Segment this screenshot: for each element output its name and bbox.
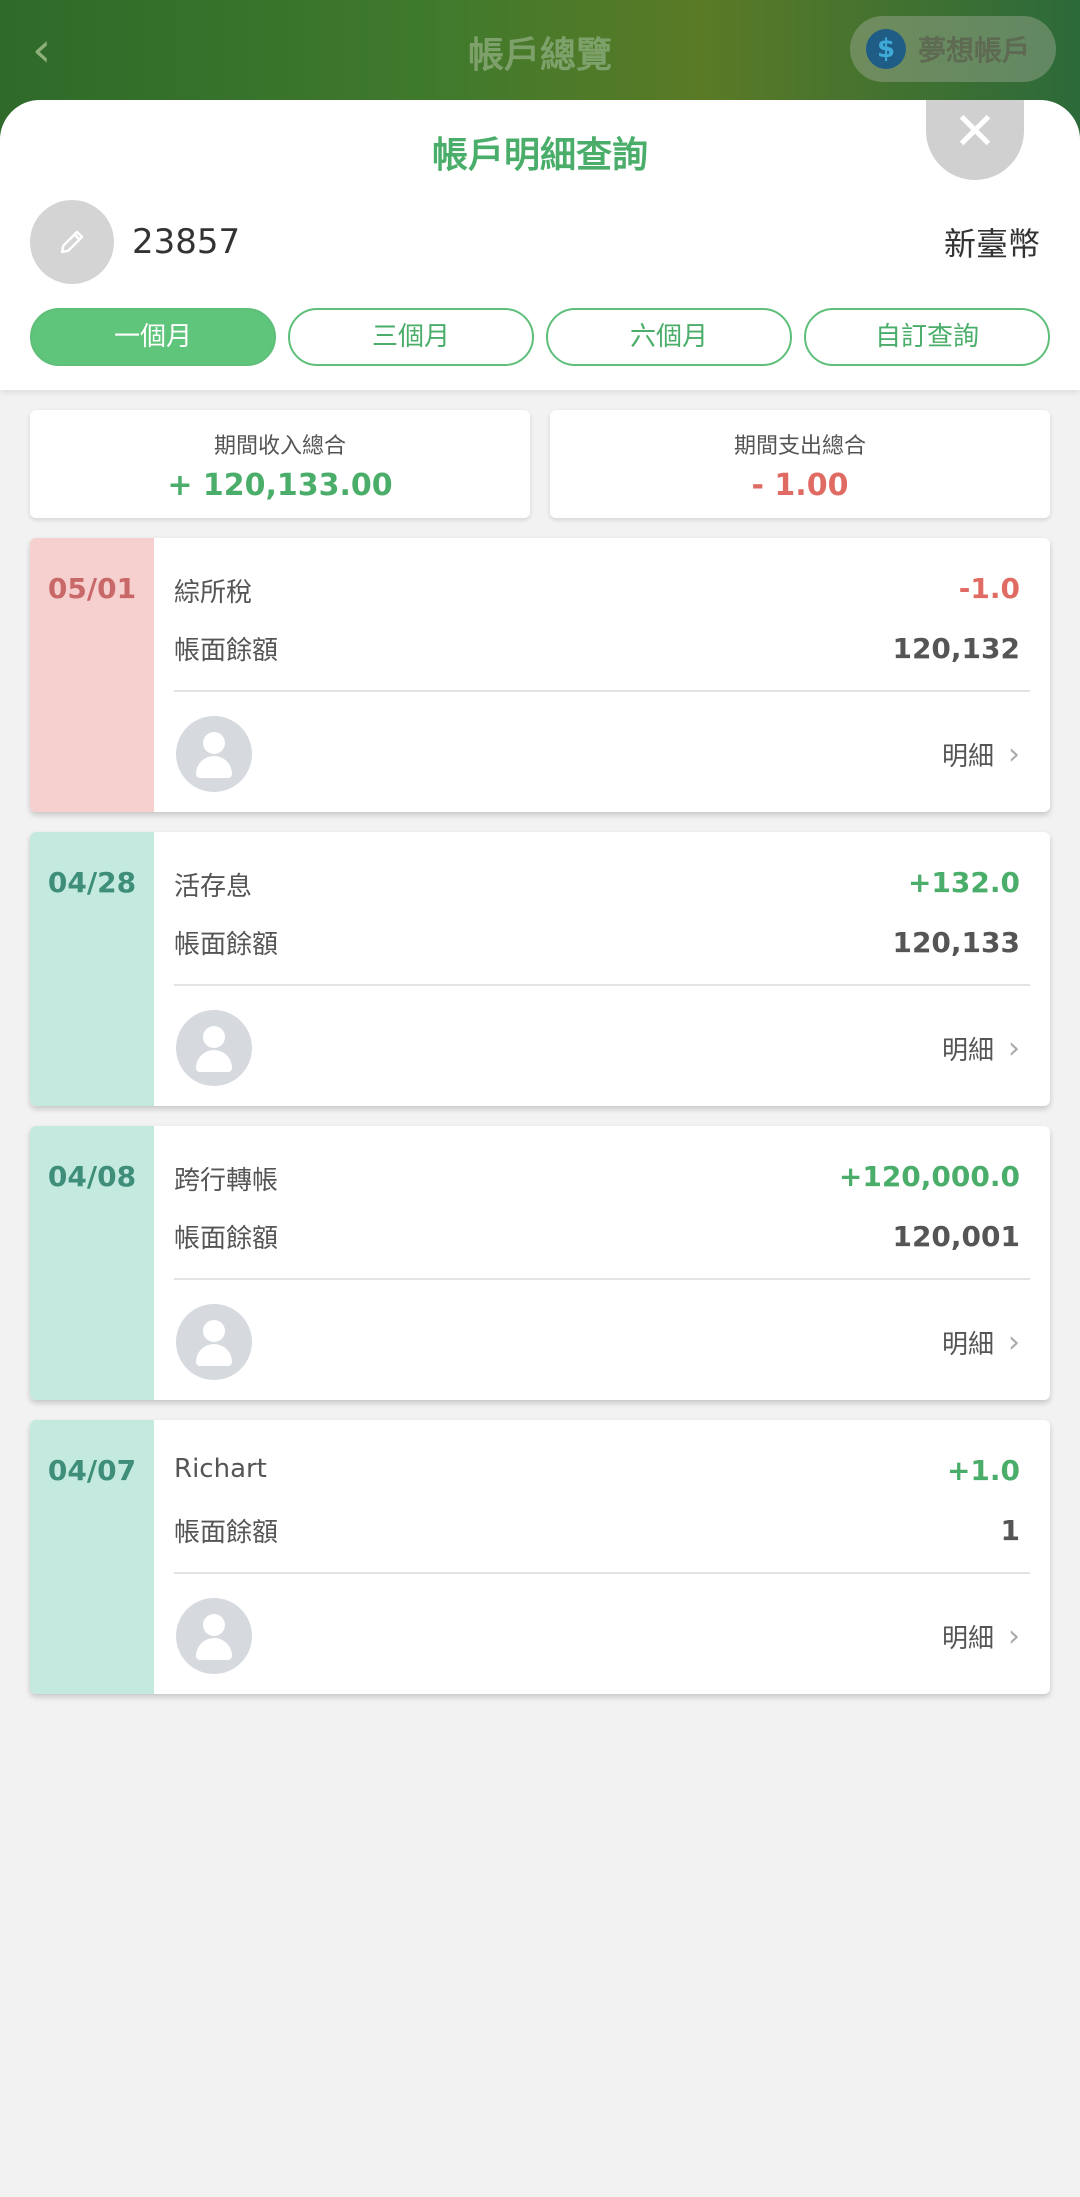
balance-label: 帳面餘額 <box>174 930 279 960</box>
detail-link[interactable]: 明細 › <box>942 736 1020 773</box>
balance-value: 120,001 <box>892 1220 1020 1253</box>
transaction-date: 04/08 <box>30 1126 154 1400</box>
transaction-list: 05/01 綜所稅 -1.0 帳面餘額 120,132 明細 › 04/28 活… <box>30 538 1050 1714</box>
detail-link[interactable]: 明細 › <box>942 1030 1020 1067</box>
transaction-amount: +1.0 <box>946 1454 1020 1487</box>
transaction-amount: +132.0 <box>907 866 1020 899</box>
transaction-description: 跨行轉帳 <box>174 1166 279 1196</box>
detail-label: 明細 <box>941 742 994 772</box>
chevron-right-icon: › <box>1008 1619 1020 1654</box>
chevron-right-icon: › <box>1008 737 1020 772</box>
sheet-header: 帳戶明細查詢 ✕ 23857 新臺幣 一個月 三個月 六個月 自訂查詢 <box>0 100 1080 390</box>
transaction-date: 04/28 <box>30 832 154 1106</box>
pencil-icon[interactable] <box>30 200 114 284</box>
transaction-amount: +120,000.0 <box>838 1160 1020 1193</box>
divider <box>174 1572 1030 1574</box>
transaction-date: 05/01 <box>30 538 154 812</box>
detail-label: 明細 <box>941 1330 994 1360</box>
transaction-card[interactable]: 05/01 綜所稅 -1.0 帳面餘額 120,132 明細 › <box>30 538 1050 812</box>
transaction-description: 活存息 <box>174 872 253 902</box>
detail-link[interactable]: 明細 › <box>942 1324 1020 1361</box>
dream-account-label: 夢想帳戶 <box>917 34 1030 67</box>
transaction-card[interactable]: 04/07 Richart +1.0 帳面餘額 1 明細 › <box>30 1420 1050 1694</box>
dream-account-button[interactable]: $ 夢想帳戶 <box>849 16 1056 82</box>
currency-label: 新臺幣 <box>943 225 1040 263</box>
account-number: 23857 <box>132 222 241 262</box>
account-row: 23857 新臺幣 <box>30 200 1040 284</box>
divider <box>174 984 1030 986</box>
avatar-placeholder-icon <box>176 1304 252 1380</box>
period-summary: 期間收入總合 + 120,133.00 期間支出總合 - 1.00 <box>30 410 1050 518</box>
avatar-placeholder-icon <box>176 1598 252 1674</box>
account-detail-sheet: 帳戶明細查詢 ✕ 23857 新臺幣 一個月 三個月 六個月 自訂查詢 期間收入… <box>0 100 1080 2197</box>
transaction-description: 綜所稅 <box>174 578 253 608</box>
transaction-amount: -1.0 <box>958 572 1020 605</box>
dollar-coin-icon: $ <box>865 29 906 69</box>
income-value: + 120,133.00 <box>167 468 393 503</box>
transaction-date: 04/07 <box>30 1420 154 1694</box>
avatar-placeholder-icon <box>176 716 252 792</box>
income-summary-card: 期間收入總合 + 120,133.00 <box>30 410 530 518</box>
expense-summary-card: 期間支出總合 - 1.00 <box>550 410 1050 518</box>
sheet-title: 帳戶明細查詢 <box>431 135 648 176</box>
balance-value: 120,133 <box>892 926 1020 959</box>
detail-label: 明細 <box>941 1036 994 1066</box>
expense-value: - 1.00 <box>751 468 849 503</box>
chevron-right-icon: › <box>1008 1325 1020 1360</box>
expense-label: 期間支出總合 <box>733 434 866 459</box>
balance-label: 帳面餘額 <box>174 1224 279 1254</box>
tab-one-month[interactable]: 一個月 <box>30 308 276 366</box>
period-tabs: 一個月 三個月 六個月 自訂查詢 <box>30 308 1050 366</box>
tab-custom-query[interactable]: 自訂查詢 <box>804 308 1050 366</box>
balance-label: 帳面餘額 <box>174 1518 279 1548</box>
balance-value: 120,132 <box>892 632 1020 665</box>
detail-label: 明細 <box>941 1624 994 1654</box>
divider <box>174 1278 1030 1280</box>
transaction-card[interactable]: 04/08 跨行轉帳 +120,000.0 帳面餘額 120,001 明細 › <box>30 1126 1050 1400</box>
chevron-right-icon: › <box>1008 1031 1020 1066</box>
balance-value: 1 <box>1000 1514 1020 1547</box>
tab-six-months[interactable]: 六個月 <box>546 308 792 366</box>
divider <box>174 690 1030 692</box>
transaction-description: Richart <box>174 1454 267 1484</box>
income-label: 期間收入總合 <box>213 434 346 459</box>
avatar-placeholder-icon <box>176 1010 252 1086</box>
balance-label: 帳面餘額 <box>174 636 279 666</box>
tab-three-months[interactable]: 三個月 <box>288 308 534 366</box>
transaction-card[interactable]: 04/28 活存息 +132.0 帳面餘額 120,133 明細 › <box>30 832 1050 1106</box>
detail-link[interactable]: 明細 › <box>942 1618 1020 1655</box>
